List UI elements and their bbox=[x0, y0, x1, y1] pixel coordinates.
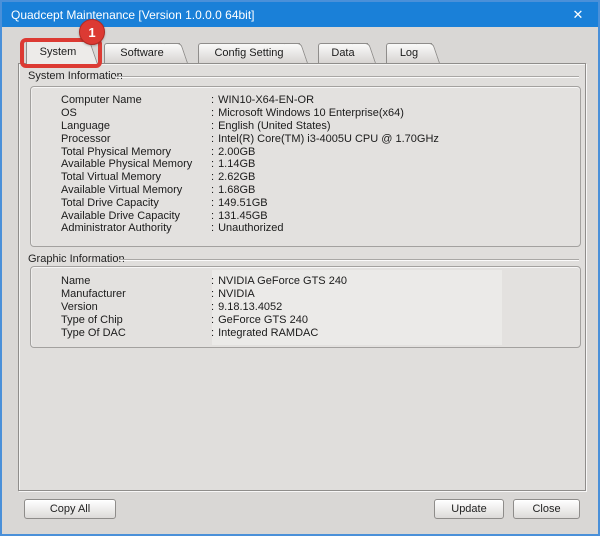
info-row-label: Processor bbox=[61, 133, 211, 145]
info-row-value: WIN10-X64-EN-OR bbox=[218, 94, 314, 106]
info-row-label: OS bbox=[61, 107, 211, 119]
info-row: OS : Microsoft Windows 10 Enterprise(x64… bbox=[61, 107, 580, 120]
info-row: Total Drive Capacity : 149.51GB bbox=[61, 196, 580, 209]
info-row: Version : 9.18.13.4052 bbox=[61, 301, 580, 314]
system-tab-page: System Information Computer Name : WIN10… bbox=[18, 63, 586, 491]
info-row: Name : NVIDIA GeForce GTS 240 bbox=[61, 275, 580, 288]
info-row-label: Available Virtual Memory bbox=[61, 184, 211, 196]
info-row-label: Name bbox=[61, 275, 211, 287]
info-row-label: Type of Chip bbox=[61, 314, 211, 326]
info-row: Total Virtual Memory : 2.62GB bbox=[61, 171, 580, 184]
copy-all-button[interactable]: Copy All bbox=[24, 499, 116, 519]
info-row-separator: : bbox=[211, 120, 214, 132]
info-row: Type of Chip : GeForce GTS 240 bbox=[61, 313, 580, 326]
info-row-value: Microsoft Windows 10 Enterprise(x64) bbox=[218, 107, 404, 119]
info-row: Available Drive Capacity : 131.45GB bbox=[61, 209, 580, 222]
info-row: Type Of DAC : Integrated RAMDAC bbox=[61, 326, 580, 339]
info-row-value: 2.00GB bbox=[218, 146, 255, 158]
info-row-value: Intel(R) Core(TM) i3-4005U CPU @ 1.70GHz bbox=[218, 133, 439, 145]
tab-software[interactable]: Software bbox=[104, 43, 180, 63]
info-row-separator: : bbox=[211, 146, 214, 158]
system-information-rule bbox=[115, 76, 579, 77]
info-row-separator: : bbox=[211, 184, 214, 196]
graphic-information-panel: Name : NVIDIA GeForce GTS 240 Manufactur… bbox=[30, 266, 581, 348]
close-button[interactable]: Close bbox=[513, 499, 580, 519]
info-row: Administrator Authority : Unauthorized bbox=[61, 222, 580, 235]
info-row: Available Virtual Memory : 1.68GB bbox=[61, 184, 580, 197]
info-row-value: NVIDIA GeForce GTS 240 bbox=[218, 275, 347, 287]
tab-data-label: Data bbox=[331, 47, 354, 60]
info-row-separator: : bbox=[211, 301, 214, 313]
info-row-value: Integrated RAMDAC bbox=[218, 327, 318, 339]
info-row-separator: : bbox=[211, 275, 214, 287]
info-row-label: Type Of DAC bbox=[61, 327, 211, 339]
info-row-value: 131.45GB bbox=[218, 210, 268, 222]
tab-system[interactable]: System bbox=[26, 40, 90, 64]
info-row-label: Language bbox=[61, 120, 211, 132]
info-row-value: 1.14GB bbox=[218, 158, 255, 170]
info-row-label: Available Physical Memory bbox=[61, 158, 211, 170]
maintenance-dialog: Quadcept Maintenance [Version 1.0.0.0 64… bbox=[0, 0, 600, 536]
info-row-value: GeForce GTS 240 bbox=[218, 314, 308, 326]
info-row-separator: : bbox=[211, 107, 214, 119]
info-row-value: Unauthorized bbox=[218, 222, 283, 234]
info-row-value: English (United States) bbox=[218, 120, 331, 132]
info-row-label: Administrator Authority bbox=[61, 222, 211, 234]
tab-log-label: Log bbox=[400, 47, 418, 60]
tab-data[interactable]: Data bbox=[318, 43, 368, 63]
system-information-title: System Information bbox=[28, 70, 123, 82]
title-bar: Quadcept Maintenance [Version 1.0.0.0 64… bbox=[2, 2, 598, 27]
info-row: Total Physical Memory : 2.00GB bbox=[61, 145, 580, 158]
info-row-label: Total Physical Memory bbox=[61, 146, 211, 158]
tab-software-label: Software bbox=[120, 47, 163, 60]
tab-config-setting[interactable]: Config Setting bbox=[198, 43, 300, 63]
info-row-label: Available Drive Capacity bbox=[61, 210, 211, 222]
info-row-separator: : bbox=[211, 314, 214, 326]
info-row-label: Version bbox=[61, 301, 211, 313]
window-title: Quadcept Maintenance [Version 1.0.0.0 64… bbox=[2, 8, 255, 22]
system-information-panel: Computer Name : WIN10-X64-EN-OR OS : Mic… bbox=[30, 86, 581, 247]
info-row: Processor : Intel(R) Core(TM) i3-4005U C… bbox=[61, 132, 580, 145]
info-row: Available Physical Memory : 1.14GB bbox=[61, 158, 580, 171]
info-row-separator: : bbox=[211, 158, 214, 170]
info-row-label: Total Virtual Memory bbox=[61, 171, 211, 183]
info-row-label: Computer Name bbox=[61, 94, 211, 106]
info-row-label: Manufacturer bbox=[61, 288, 211, 300]
info-row-separator: : bbox=[211, 197, 214, 209]
info-row-separator: : bbox=[211, 94, 214, 106]
update-button[interactable]: Update bbox=[434, 499, 504, 519]
close-icon[interactable]: ✕ bbox=[562, 2, 594, 27]
tab-config-setting-label: Config Setting bbox=[214, 47, 283, 60]
graphic-information-rule bbox=[119, 259, 579, 260]
info-row-separator: : bbox=[211, 288, 214, 300]
info-row-separator: : bbox=[211, 133, 214, 145]
info-row-value: 9.18.13.4052 bbox=[218, 301, 282, 313]
tab-log[interactable]: Log bbox=[386, 43, 432, 63]
info-row: Computer Name : WIN10-X64-EN-OR bbox=[61, 94, 580, 107]
info-row-separator: : bbox=[211, 210, 214, 222]
info-row-separator: : bbox=[211, 327, 214, 339]
graphic-information-title: Graphic Information bbox=[28, 253, 125, 265]
info-row-label: Total Drive Capacity bbox=[61, 197, 211, 209]
info-row-separator: : bbox=[211, 222, 214, 234]
info-row-separator: : bbox=[211, 171, 214, 183]
info-row: Language : English (United States) bbox=[61, 120, 580, 133]
info-row-value: 2.62GB bbox=[218, 171, 255, 183]
info-row-value: NVIDIA bbox=[218, 288, 255, 300]
info-row-value: 1.68GB bbox=[218, 184, 255, 196]
info-row-value: 149.51GB bbox=[218, 197, 268, 209]
info-row: Manufacturer : NVIDIA bbox=[61, 288, 580, 301]
tab-system-label: System bbox=[40, 46, 77, 59]
